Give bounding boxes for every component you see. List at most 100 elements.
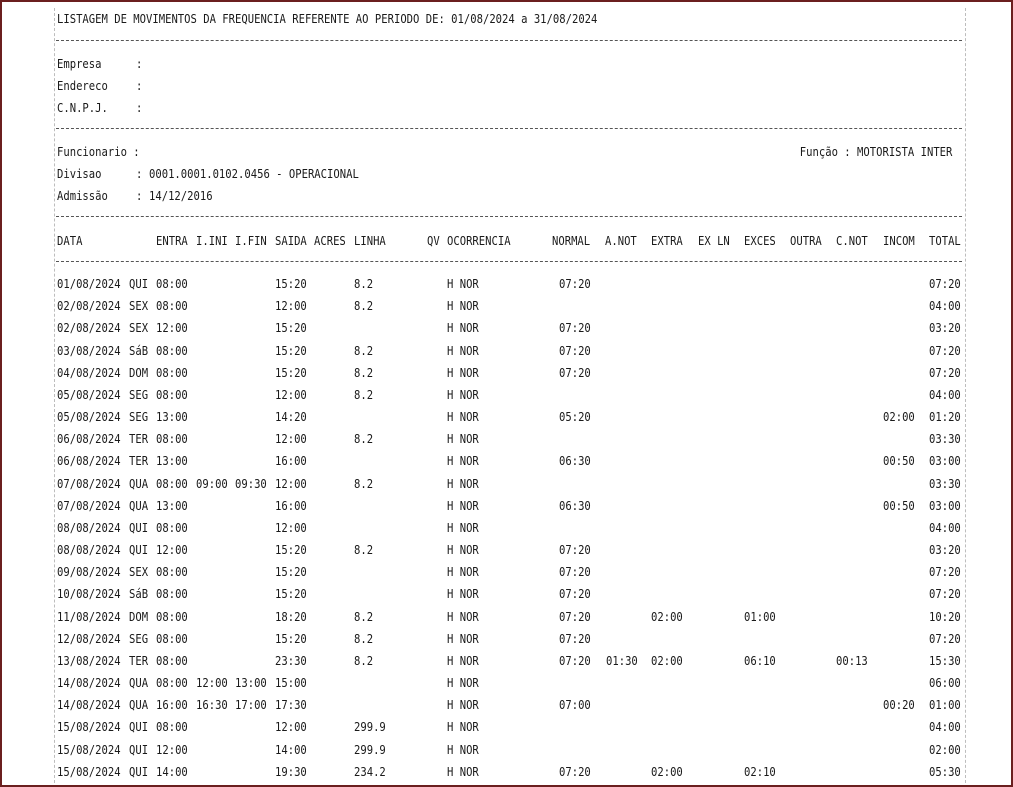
cell-dia: SEX [129, 565, 149, 580]
cell-normal: 07:00 [559, 698, 591, 713]
cell-saida: 15:20 [275, 587, 307, 602]
separator-line [56, 128, 962, 129]
cell-total: 03:30 [929, 432, 961, 447]
cell-data: 15/08/2024 [57, 720, 121, 735]
cell-saida: 12:00 [275, 520, 307, 535]
cell-normal: 06:30 [559, 498, 591, 513]
cell-linha: 234.2 [354, 764, 386, 779]
cell-total: 04:00 [929, 299, 961, 314]
cell-oc: H NOR [447, 387, 479, 402]
cell-entra: 08:00 [156, 631, 188, 646]
cell-anot: 01:30 [606, 653, 638, 668]
cell-total: 10:20 [929, 609, 961, 624]
divisao-label: Divisao [57, 167, 102, 181]
cell-linha: 8.2 [354, 387, 374, 402]
cell-normal: 07:20 [559, 277, 591, 291]
separator-line [56, 40, 962, 41]
cell-entra: 08:00 [156, 432, 188, 447]
cell-dia: QUI [129, 742, 149, 757]
cell-linha: 8.2 [354, 299, 374, 314]
cell-data: 11/08/2024 [57, 609, 121, 624]
cell-entra: 08:00 [156, 343, 188, 358]
cell-saida: 15:20 [275, 543, 307, 557]
cell-entra: 08:00 [156, 299, 188, 314]
col-header-ocorrencia: OCORRENCIA [447, 234, 511, 248]
cell-dia: QUA [129, 676, 149, 691]
cell-entra: 12:00 [156, 321, 188, 336]
cell-incom: 02:00 [883, 410, 915, 424]
cell-oc: H NOR [447, 321, 479, 336]
cell-entra: 12:00 [156, 742, 188, 757]
separator-line [56, 261, 962, 262]
report-viewer-frame: LISTAGEM DE MOVIMENTOS DA FREQUENCIA REF… [0, 0, 1013, 787]
col-header-anot: A.NOT [605, 234, 637, 248]
funcionario-label: Funcionario : [57, 145, 140, 159]
cell-normal: 07:20 [559, 587, 591, 602]
cell-linha: 8.2 [354, 609, 374, 624]
cell-exces: 02:10 [744, 764, 776, 779]
col-header-qv: QV [427, 234, 440, 248]
cell-dia: DOM [129, 365, 149, 380]
cell-saida: 12:00 [275, 387, 307, 402]
cell-exces: 01:00 [744, 609, 776, 624]
cell-saida: 15:20 [275, 321, 307, 336]
cell-data: 06/08/2024 [57, 454, 121, 469]
cell-normal: 07:20 [559, 343, 591, 358]
divisao-value: 0001.0001.0102.0456 - OPERACIONAL [149, 167, 359, 181]
cell-saida: 17:30 [275, 698, 307, 713]
cell-saida: 15:20 [275, 565, 307, 580]
col-header-extra: EXTRA [651, 234, 683, 248]
col-header-outra: OUTRA [790, 234, 822, 248]
cell-linha: 8.2 [354, 476, 374, 491]
cell-normal: 05:20 [559, 410, 591, 424]
cell-entra: 08:00 [156, 676, 188, 691]
col-header-incom: INCOM [883, 234, 915, 248]
cell-oc: H NOR [447, 653, 479, 668]
cell-data: 12/08/2024 [57, 631, 121, 646]
cell-entra: 16:00 [156, 698, 188, 713]
cell-oc: H NOR [447, 609, 479, 624]
cell-data: 02/08/2024 [57, 321, 121, 336]
cell-dia: QUI [129, 277, 149, 291]
cell-entra: 08:00 [156, 720, 188, 735]
cell-saida: 18:20 [275, 609, 307, 624]
cell-incom: 00:50 [883, 498, 915, 513]
cell-normal: 07:20 [559, 365, 591, 380]
cell-normal: 06:30 [559, 454, 591, 469]
cell-data: 02/08/2024 [57, 299, 121, 314]
cell-extra: 02:00 [651, 653, 683, 668]
cell-oc: H NOR [447, 277, 479, 291]
cell-total: 04:00 [929, 720, 961, 735]
cell-entra: 08:00 [156, 609, 188, 624]
admissao-label: Admissão [57, 189, 108, 203]
cell-total: 04:00 [929, 520, 961, 535]
col-header-normal: NORMAL [552, 234, 591, 248]
cell-total: 03:00 [929, 454, 961, 469]
cell-dia: QUI [129, 543, 149, 557]
cell-entra: 08:00 [156, 277, 188, 291]
cell-oc: H NOR [447, 454, 479, 469]
cell-total: 07:20 [929, 365, 961, 380]
cell-total: 03:20 [929, 321, 961, 336]
cell-data: 15/08/2024 [57, 764, 121, 779]
cell-oc: H NOR [447, 698, 479, 713]
cell-oc: H NOR [447, 631, 479, 646]
cell-dia: SáB [129, 587, 149, 602]
col-header-linha: LINHA [354, 234, 386, 248]
cell-linha: 8.2 [354, 543, 374, 557]
cell-total: 05:30 [929, 764, 961, 779]
cell-data: 14/08/2024 [57, 698, 121, 713]
cell-linha: 299.9 [354, 720, 386, 735]
cell-entra: 14:00 [156, 764, 188, 779]
cell-total: 06:00 [929, 676, 961, 691]
cell-oc: H NOR [447, 565, 479, 580]
admissao-value: 14/12/2016 [149, 189, 213, 203]
cell-dia: TER [129, 454, 149, 469]
cell-entra: 13:00 [156, 410, 188, 424]
cell-entra: 12:00 [156, 543, 188, 557]
cell-dia: SEX [129, 299, 149, 314]
cell-ifin: 13:00 [235, 676, 267, 691]
cell-saida: 12:00 [275, 299, 307, 314]
cell-oc: H NOR [447, 498, 479, 513]
col-header-ifin: I.FIN [235, 234, 267, 248]
